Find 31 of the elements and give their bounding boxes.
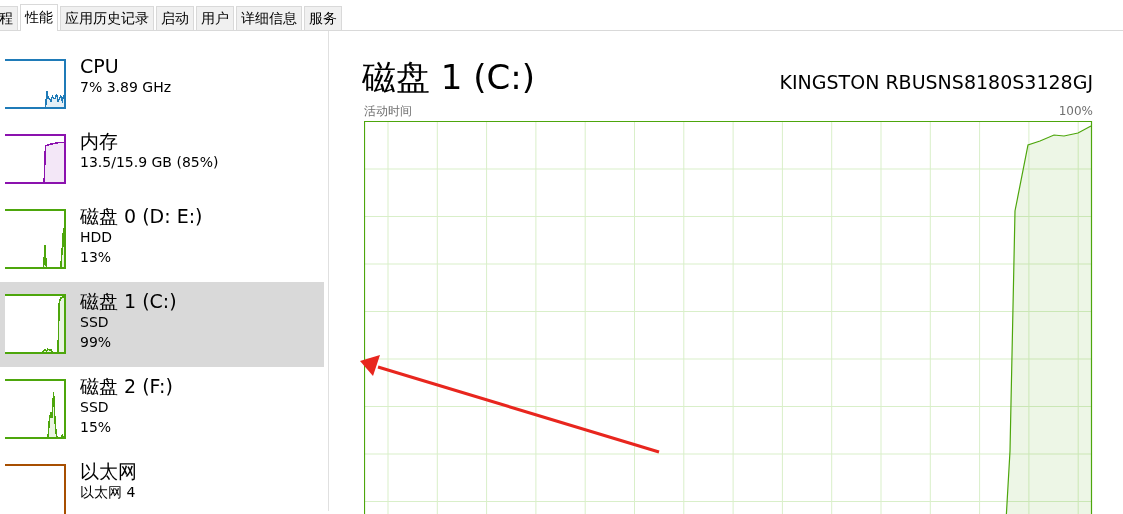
device-stat: SSD [80,313,110,332]
chart-label: 活动时间 [364,103,412,119]
sidebar-item[interactable]: 磁盘 1 (C:) SSD 99% [0,282,324,367]
tab[interactable]: 启动 [156,6,194,30]
device-name: 内存 [80,130,119,152]
disk-title: 磁盘 1 (C:) [362,57,535,97]
device-name: 磁盘 1 (C:) [80,290,177,312]
device-name: CPU [80,55,120,77]
device-stat: 13% [80,248,113,267]
device-name: 磁盘 2 (F:) [80,375,173,397]
chart-max-label: 100% [1058,103,1093,119]
tab[interactable]: 应用历史记录 [60,6,154,30]
sidebar-item[interactable]: 磁盘 2 (F:) SSD 15% [0,367,324,452]
tab[interactable]: 详细信息 [236,6,302,30]
disk-model: KINGSTON RBUSNS8180S3128GJ [779,70,1093,95]
device-stat: HDD [80,228,114,247]
sidebar-item[interactable]: CPU 7% 3.89 GHz [0,47,324,122]
device-stat: 15% [80,418,113,437]
tab[interactable]: 用户 [196,6,234,30]
device-name: 以太网 [80,460,137,482]
device-stat: 7% 3.89 GHz [80,78,171,97]
sidebar-item[interactable]: 磁盘 0 (D: E:) HDD 13% [0,197,324,282]
device-stat: 13.5/15.9 GB (85%) [80,153,219,172]
sidebar-item[interactable]: 内存 13.5/15.9 GB (85%) [0,122,324,197]
sidebar-item[interactable]: 以太网 以太网 4 [0,452,324,514]
device-stat: 99% [80,333,113,352]
device-stat: SSD [80,398,110,417]
tab[interactable]: 性能 [20,4,58,31]
tab[interactable]: 服务 [304,6,342,30]
device-name: 磁盘 0 (D: E:) [80,205,203,227]
device-stat: 以太网 4 [80,483,137,502]
